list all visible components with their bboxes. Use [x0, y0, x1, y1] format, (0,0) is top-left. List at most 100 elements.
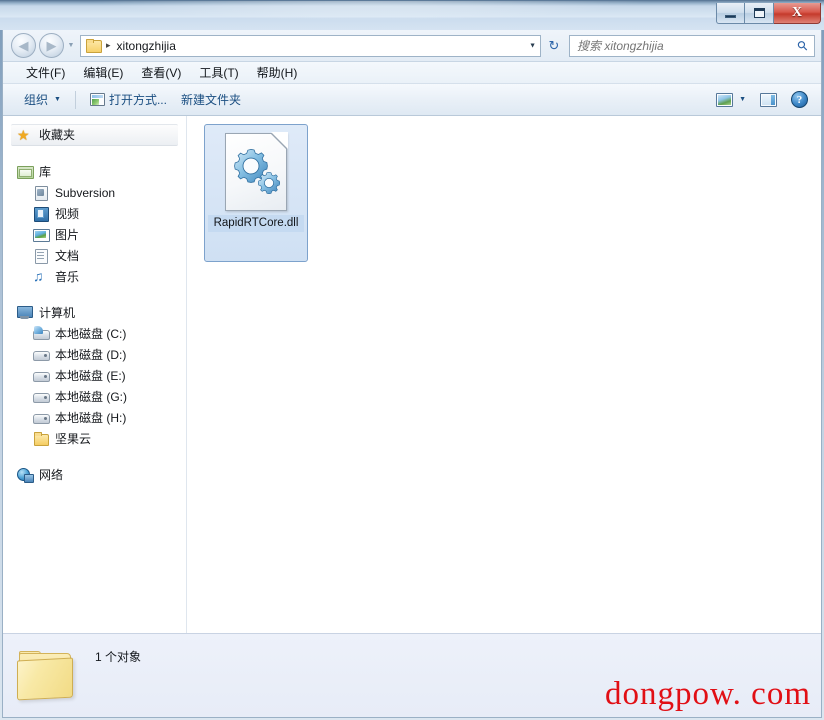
menu-file[interactable]: 文件(F) — [17, 62, 74, 83]
search-input[interactable] — [577, 38, 799, 53]
breadcrumb-path[interactable]: xitongzhijia — [117, 39, 176, 53]
sidebar-item-label: 计算机 — [39, 305, 76, 320]
sidebar-item-subversion[interactable]: Subversion — [3, 182, 186, 203]
menu-view[interactable]: 查看(V) — [132, 62, 190, 83]
video-icon — [33, 206, 49, 222]
folder-icon — [86, 39, 102, 53]
forward-arrow-icon: ▶ — [46, 38, 57, 53]
open-with-label: 打开方式... — [108, 93, 167, 107]
status-bar: 1 个对象 dongpow. com — [3, 633, 821, 717]
sidebar-item-drive-g[interactable]: 本地磁盘 (G:) — [3, 386, 186, 407]
sidebar-item-label: 视频 — [55, 206, 80, 221]
gear-small-icon — [257, 172, 281, 195]
new-folder-label: 新建文件夹 — [180, 93, 241, 107]
sidebar-item-label: 收藏夹 — [39, 128, 76, 142]
sidebar-item-label: 库 — [39, 164, 52, 179]
library-icon — [17, 164, 34, 179]
menu-edit[interactable]: 编辑(E) — [74, 62, 132, 83]
sidebar-item-pictures[interactable]: 图片 — [3, 224, 186, 245]
search-box[interactable]: ⚲ — [569, 34, 815, 57]
close-button[interactable]: X — [774, 3, 821, 24]
sidebar-item-label: 本地磁盘 (C:) — [55, 326, 127, 341]
sidebar-item-videos[interactable]: 视频 — [3, 203, 186, 224]
sidebar-item-documents[interactable]: 文档 — [3, 245, 186, 266]
sidebar-item-label: 图片 — [55, 227, 80, 242]
file-name-label[interactable]: RapidRTCore.dll — [208, 215, 304, 232]
sidebar-item-label: 本地磁盘 (D:) — [55, 347, 127, 362]
breadcrumb-separator[interactable]: ▸ — [106, 40, 111, 51]
nav-group-favorites: ★ 收藏夹 — [3, 124, 186, 146]
preview-pane-button[interactable] — [753, 90, 784, 110]
back-button[interactable]: ◀ — [11, 33, 36, 58]
minimize-button[interactable] — [716, 3, 745, 24]
sidebar-item-label: Subversion — [55, 185, 116, 200]
music-icon: ♫ — [33, 268, 44, 284]
nav-group-libraries: 库 Subversion 视频 图片 文档 ♫ 音乐 — [3, 161, 186, 287]
sidebar-item-label: 本地磁盘 (G:) — [55, 389, 127, 404]
close-icon: X — [791, 5, 803, 20]
maximize-icon — [753, 8, 765, 18]
organize-button[interactable]: 组织 ▼ — [17, 88, 68, 111]
sidebar-item-music[interactable]: ♫ 音乐 — [3, 266, 186, 287]
nav-group-network: 网络 — [3, 464, 186, 485]
sidebar-item-label: 文档 — [55, 248, 80, 263]
new-folder-button[interactable]: 新建文件夹 — [174, 88, 248, 111]
network-icon — [17, 467, 34, 483]
refresh-button[interactable]: ↻ — [543, 35, 565, 57]
recent-locations-button[interactable]: ▼ — [64, 42, 78, 49]
sidebar-item-label: 本地磁盘 (E:) — [55, 368, 126, 383]
folder-front-shape — [17, 657, 73, 700]
chevron-down-icon[interactable]: ▼ — [529, 42, 536, 49]
menu-bar: 文件(F) 编辑(E) 查看(V) 工具(T) 帮助(H) — [3, 62, 821, 84]
command-toolbar: 组织 ▼ 打开方式... 新建文件夹 ▼ ? — [3, 84, 821, 116]
title-bar: X — [0, 0, 824, 30]
change-view-button[interactable]: ▼ — [709, 90, 753, 110]
page-fold-shape — [271, 132, 288, 149]
sidebar-item-favorites[interactable]: ★ 收藏夹 — [11, 124, 178, 146]
dll-gears-icon — [225, 132, 288, 211]
drive-icon — [33, 368, 50, 383]
sidebar-item-network[interactable]: 网络 — [3, 464, 186, 485]
file-list-pane[interactable]: RapidRTCore.dll — [187, 116, 821, 633]
sidebar-item-label: 坚果云 — [55, 431, 92, 446]
chevron-down-icon: ▼ — [739, 96, 746, 103]
computer-icon — [17, 305, 33, 320]
open-with-button[interactable]: 打开方式... — [83, 88, 174, 111]
sidebar-item-drive-d[interactable]: 本地磁盘 (D:) — [3, 344, 186, 365]
sidebar-item-drive-c[interactable]: 本地磁盘 (C:) — [3, 323, 186, 344]
address-bar[interactable]: ▸ xitongzhijia ▼ — [80, 34, 541, 57]
preview-pane-icon — [760, 92, 777, 107]
help-icon: ? — [791, 91, 808, 108]
subversion-icon — [33, 185, 49, 201]
menu-help[interactable]: 帮助(H) — [248, 62, 307, 83]
sidebar-item-drive-h[interactable]: 本地磁盘 (H:) — [3, 407, 186, 428]
main-body: ★ 收藏夹 库 Subversion 视频 图片 文档 ♫ 音乐 计算机 本地磁… — [3, 116, 821, 633]
drive-icon — [33, 410, 50, 425]
item-count-label: 1 个对象 — [95, 650, 142, 664]
picture-icon — [33, 227, 50, 242]
sidebar-item-computer[interactable]: 计算机 — [3, 302, 186, 323]
sidebar-item-jianguoyun[interactable]: 坚果云 — [3, 428, 186, 449]
back-arrow-icon: ◀ — [18, 38, 29, 53]
view-icon — [716, 92, 734, 107]
organize-label: 组织 — [24, 93, 49, 107]
sidebar-item-label: 网络 — [39, 467, 64, 482]
sidebar-item-drive-e[interactable]: 本地磁盘 (E:) — [3, 365, 186, 386]
maximize-button[interactable] — [745, 3, 774, 24]
sidebar-item-label: 音乐 — [55, 269, 80, 284]
client-area: ◀ ▶ ▼ ▸ xitongzhijia ▼ ↻ ⚲ 文件(F) 编 — [2, 30, 822, 718]
folder-icon — [33, 431, 49, 446]
file-item-rapidrtcore[interactable]: RapidRTCore.dll — [204, 124, 308, 262]
help-button[interactable]: ? — [784, 88, 815, 111]
navigation-pane[interactable]: ★ 收藏夹 库 Subversion 视频 图片 文档 ♫ 音乐 计算机 本地磁… — [3, 116, 187, 633]
refresh-icon: ↻ — [548, 38, 560, 53]
menu-tools[interactable]: 工具(T) — [190, 62, 247, 83]
nav-group-computer: 计算机 本地磁盘 (C:) 本地磁盘 (D:) 本地磁盘 (E:) 本地磁盘 (… — [3, 302, 186, 449]
forward-button[interactable]: ▶ — [39, 33, 64, 58]
sidebar-item-libraries[interactable]: 库 — [3, 161, 186, 182]
chevron-down-icon: ▼ — [54, 96, 61, 103]
explorer-window: X ◀ ▶ ▼ ▸ xitongzhijia ▼ ↻ 搜索 xitongzhij… — [0, 0, 824, 720]
